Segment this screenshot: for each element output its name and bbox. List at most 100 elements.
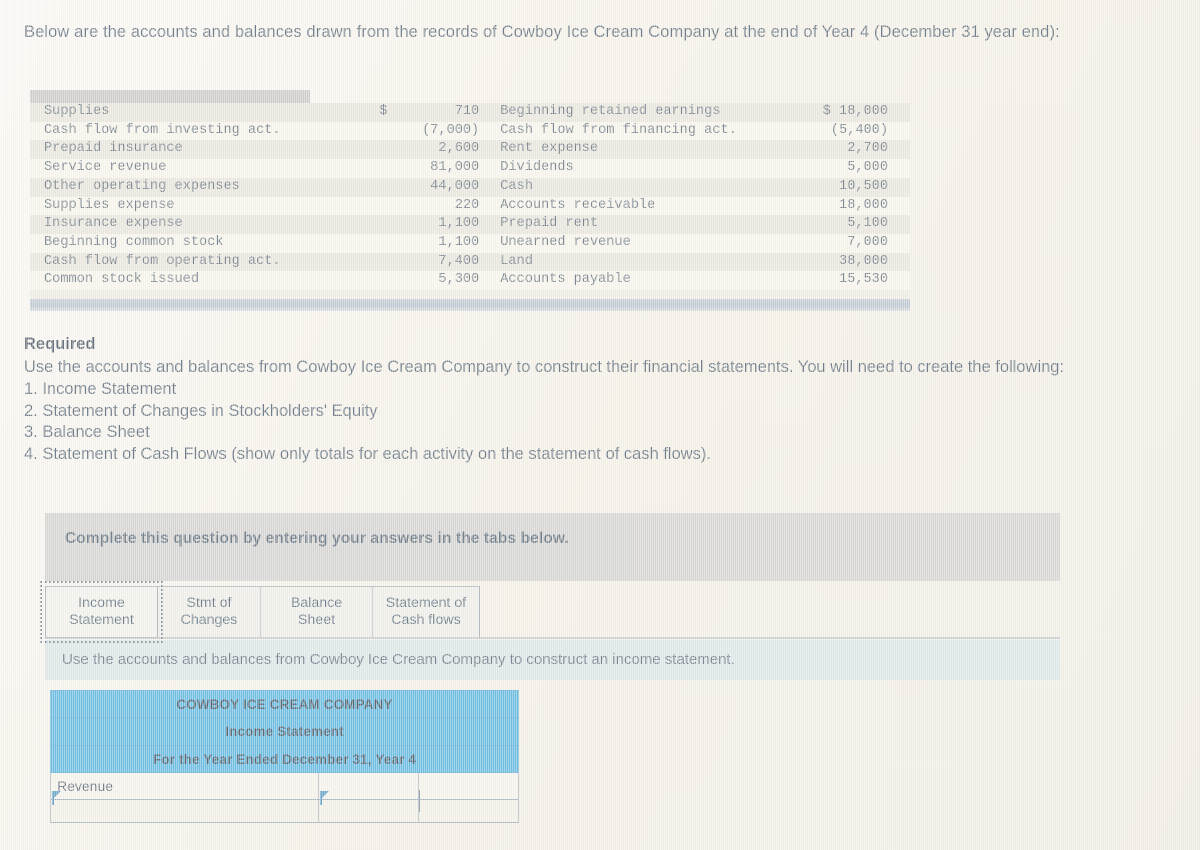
tab-stmt-of-changes[interactable]: Stmt of Changes <box>158 586 261 638</box>
account-value-left: 2,600 <box>398 140 488 160</box>
statement-title: Income Statement <box>49 717 520 746</box>
cell-cursor-icon <box>52 791 61 805</box>
accounts-balances-table: Supplies $ 710 Beginning retained earnin… <box>30 103 910 291</box>
account-value-left: (7,000) <box>398 121 488 141</box>
account-name-right: Cash flow from financing act. <box>487 121 790 141</box>
income-statement-worksheet: COWBOY ICE CREAM COMPANY Income Statemen… <box>49 690 520 823</box>
worksheet-row-blank[interactable] <box>50 799 520 823</box>
intro-paragraph: Below are the accounts and balances draw… <box>24 23 1060 41</box>
table-row: Supplies $ 710 Beginning retained earnin… <box>30 103 910 122</box>
account-value-left: 7,400 <box>398 252 488 272</box>
table-row: Prepaid insurance 2,600 Rent expense 2,7… <box>30 140 910 160</box>
list-item: 2. Statement of Changes in Stockholders'… <box>24 401 378 420</box>
income-statement-body: COWBOY ICE CREAM COMPANY Income Statemen… <box>49 690 520 823</box>
tab-statement-of-cash-flows[interactable]: Statement of Cash flows <box>373 586 480 638</box>
worksheet-header-company: COWBOY ICE CREAM COMPANY <box>49 690 520 718</box>
answer-tabs: Income Statement Stmt of Changes Balance… <box>40 581 480 643</box>
statement-period: For the Year Ended December 31, Year 4 <box>49 745 520 773</box>
list-item: 1. Income Statement <box>24 380 177 398</box>
blank-amount-cell-1[interactable] <box>318 799 419 823</box>
instruction-text: Use the accounts and balances from Cowbo… <box>62 651 735 668</box>
currency-symbol: $ <box>379 103 399 122</box>
account-name-right: Beginning retained earnings <box>487 103 790 122</box>
table-row: Cash flow from investing act. (7,000) Ca… <box>30 121 910 141</box>
account-value-left: 5,300 <box>398 271 488 291</box>
tab-balance-sheet[interactable]: Balance Sheet <box>261 586 373 638</box>
account-value-left: 81,000 <box>398 159 488 178</box>
account-name-left: Cash flow from operating act. <box>30 252 380 272</box>
currency-symbol <box>379 159 399 178</box>
account-value-right: 10,500 <box>789 177 910 197</box>
account-value-left: 710 <box>398 103 488 122</box>
company-name: COWBOY ICE CREAM COMPANY <box>49 690 520 718</box>
account-name-left: Cash flow from investing act. <box>30 121 380 141</box>
required-list: 1. Income Statement 2. Statement of Chan… <box>24 379 1174 465</box>
account-name-right: Accounts receivable <box>487 196 790 216</box>
account-name-right: Accounts payable <box>487 271 790 291</box>
page-content: Below are the accounts and balances draw… <box>0 0 1200 850</box>
accounts-table-bottom-bar <box>30 299 910 312</box>
account-name-right: Unearned revenue <box>487 233 790 253</box>
worksheet-column-divider <box>419 790 420 812</box>
revenue-amount-cell-2[interactable] <box>417 772 520 800</box>
list-item: 3. Balance Sheet <box>24 423 150 441</box>
worksheet-header-period: For the Year Ended December 31, Year 4 <box>49 745 520 773</box>
required-section: Required Use the accounts and balances f… <box>24 334 1174 465</box>
account-name-right: Rent expense <box>487 140 790 160</box>
account-value-right: 38,000 <box>789 252 910 272</box>
account-name-left: Service revenue <box>30 159 380 178</box>
account-name-left: Supplies <box>30 103 380 122</box>
account-name-left: Supplies expense <box>30 196 380 216</box>
account-value-right: 2,700 <box>789 140 910 160</box>
currency-symbol <box>379 140 399 160</box>
account-value-right: 5,000 <box>789 159 910 178</box>
accounts-table-spacer <box>30 290 910 300</box>
account-value-right: (5,400) <box>789 121 910 141</box>
account-value-left: 220 <box>398 196 488 216</box>
table-row: Cash flow from operating act. 7,400 Land… <box>30 252 910 272</box>
currency-symbol <box>379 177 399 197</box>
list-item: 4. Statement of Cash Flows (show only to… <box>24 444 711 463</box>
blank-label-cell[interactable] <box>50 799 319 823</box>
currency-symbol <box>379 233 399 253</box>
account-value-right: 7,000 <box>789 233 910 253</box>
account-name-left: Insurance expense <box>30 215 380 234</box>
accounts-table-top-bar <box>30 90 310 103</box>
account-value-right: 5,100 <box>789 215 910 234</box>
account-name-right: Dividends <box>487 159 790 178</box>
tab-income-statement[interactable]: Income Statement <box>40 581 163 643</box>
table-row: Insurance expense 1,100 Prepaid rent 5,1… <box>30 215 910 234</box>
revenue-label-cell[interactable]: Revenue <box>50 772 319 800</box>
account-value-left: 1,100 <box>398 233 488 253</box>
table-row: Beginning common stock 1,100 Unearned re… <box>30 233 910 253</box>
cell-cursor-icon <box>320 791 329 805</box>
account-value-right: 18,000 <box>789 196 910 216</box>
account-name-left: Beginning common stock <box>30 233 380 253</box>
account-value-left: 44,000 <box>398 177 488 197</box>
currency-symbol <box>379 215 399 234</box>
table-row: Service revenue 81,000 Dividends 5,000 <box>30 159 910 178</box>
table-row: Supplies expense 220 Accounts receivable… <box>30 196 910 216</box>
accounts-table-body: Supplies $ 710 Beginning retained earnin… <box>30 103 910 291</box>
complete-question-banner: Complete this question by entering your … <box>45 513 1060 581</box>
account-name-left: Other operating expenses <box>30 177 380 197</box>
currency-symbol <box>379 196 399 216</box>
instruction-band: Use the accounts and balances from Cowbo… <box>45 640 1060 680</box>
complete-question-text: Complete this question by entering your … <box>65 530 569 547</box>
account-name-left: Common stock issued <box>30 271 380 291</box>
revenue-amount-cell-1[interactable] <box>318 772 419 800</box>
table-row: Common stock issued 5,300 Accounts payab… <box>30 271 910 291</box>
tabs-underline <box>45 637 1060 639</box>
blank-amount-cell-2[interactable] <box>417 799 520 823</box>
accounts-balances-block: Supplies $ 710 Beginning retained earnin… <box>30 90 910 312</box>
currency-symbol <box>379 121 399 141</box>
account-value-left: 1,100 <box>398 215 488 234</box>
account-value-right: 15,530 <box>789 271 910 291</box>
table-row: Other operating expenses 44,000 Cash 10,… <box>30 177 910 197</box>
required-title: Required <box>24 335 96 353</box>
worksheet-row-revenue[interactable]: Revenue <box>50 772 520 800</box>
account-name-right: Prepaid rent <box>487 215 790 234</box>
account-name-left: Prepaid insurance <box>30 140 380 160</box>
account-name-right: Land <box>487 252 790 272</box>
account-value-right: $ 18,000 <box>789 103 910 122</box>
